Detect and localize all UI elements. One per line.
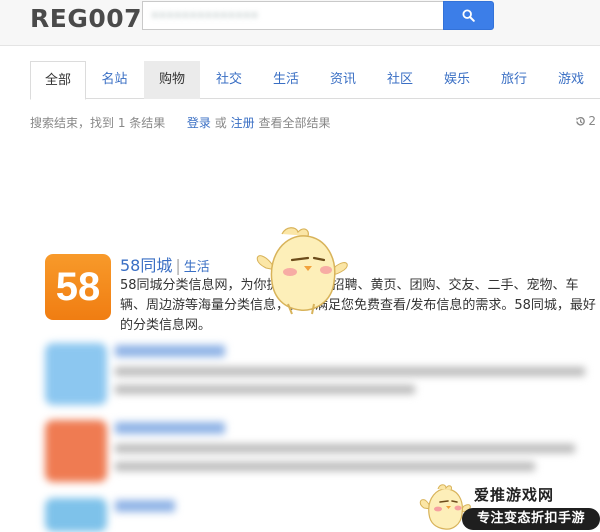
mascot-chick-icon (252, 224, 352, 316)
blurred-result-title (115, 500, 175, 512)
watermark-title: 爱推游戏网 (474, 486, 555, 504)
tab-community[interactable]: 社区 (372, 61, 428, 99)
tab-games[interactable]: 游戏 (543, 61, 599, 99)
blurred-result-title (115, 422, 225, 434)
search-input[interactable]: •••••••••••••• (142, 1, 444, 30)
summary-or: 或 (214, 116, 227, 130)
top-header: REG007 •••••••••••••• (0, 0, 600, 46)
tab-social[interactable]: 社交 (201, 61, 257, 99)
result-title: 58同城 | 生活 (120, 252, 210, 276)
category-tabs: 全部 名站 购物 社交 生活 资讯 社区 娱乐 旅行 游戏 (30, 61, 600, 100)
tab-shopping[interactable]: 购物 (144, 61, 200, 99)
search-button[interactable] (443, 1, 494, 30)
result-description: 58同城分类信息网，为你提供房产、招聘、黄页、团购、交友、二手、宠物、车辆、周边… (120, 278, 596, 333)
blurred-result-line (115, 367, 585, 376)
search-icon (462, 9, 475, 22)
tab-travel[interactable]: 旅行 (486, 61, 542, 99)
login-link[interactable]: 登录 (187, 116, 211, 130)
blurred-result (45, 420, 595, 486)
tab-news[interactable]: 资讯 (315, 61, 371, 99)
register-link[interactable]: 注册 (231, 116, 255, 130)
result-title-link[interactable]: 58同城 (120, 256, 172, 275)
summary-text: 搜索结束，找到 1 条结果 (30, 116, 166, 130)
blurred-result-icon (45, 420, 107, 482)
history-icon (576, 116, 586, 126)
tab-life[interactable]: 生活 (258, 61, 314, 99)
tab-entertainment[interactable]: 娱乐 (429, 61, 485, 99)
blurred-result (45, 343, 595, 409)
search-input-value: •••••••••••••• (151, 9, 259, 24)
blurred-result-icon (45, 343, 107, 405)
history-button[interactable]: 2 (575, 114, 596, 128)
blurred-result-title (115, 345, 225, 357)
history-count: 2 (588, 114, 596, 128)
blurred-result-line (115, 385, 415, 394)
title-separator: | (175, 256, 181, 275)
blurred-result-line (115, 444, 575, 453)
blurred-result-icon (45, 498, 107, 532)
site-logo[interactable]: REG007 (30, 4, 142, 33)
result-category[interactable]: 生活 (184, 260, 210, 275)
watermark-subtitle: 专注变态折扣手游 (462, 508, 600, 530)
view-all-text: 查看全部结果 (258, 116, 331, 130)
blurred-result-line (115, 462, 535, 471)
search-summary: 搜索结束，找到 1 条结果 登录 或 注册 查看全部结果 (30, 114, 330, 131)
tab-famous-sites[interactable]: 名站 (87, 61, 142, 99)
result-site-icon[interactable]: 58 (45, 254, 111, 320)
site-watermark: 爱推游戏网 专注变态折扣手游 (418, 482, 600, 532)
tab-all[interactable]: 全部 (30, 61, 86, 100)
